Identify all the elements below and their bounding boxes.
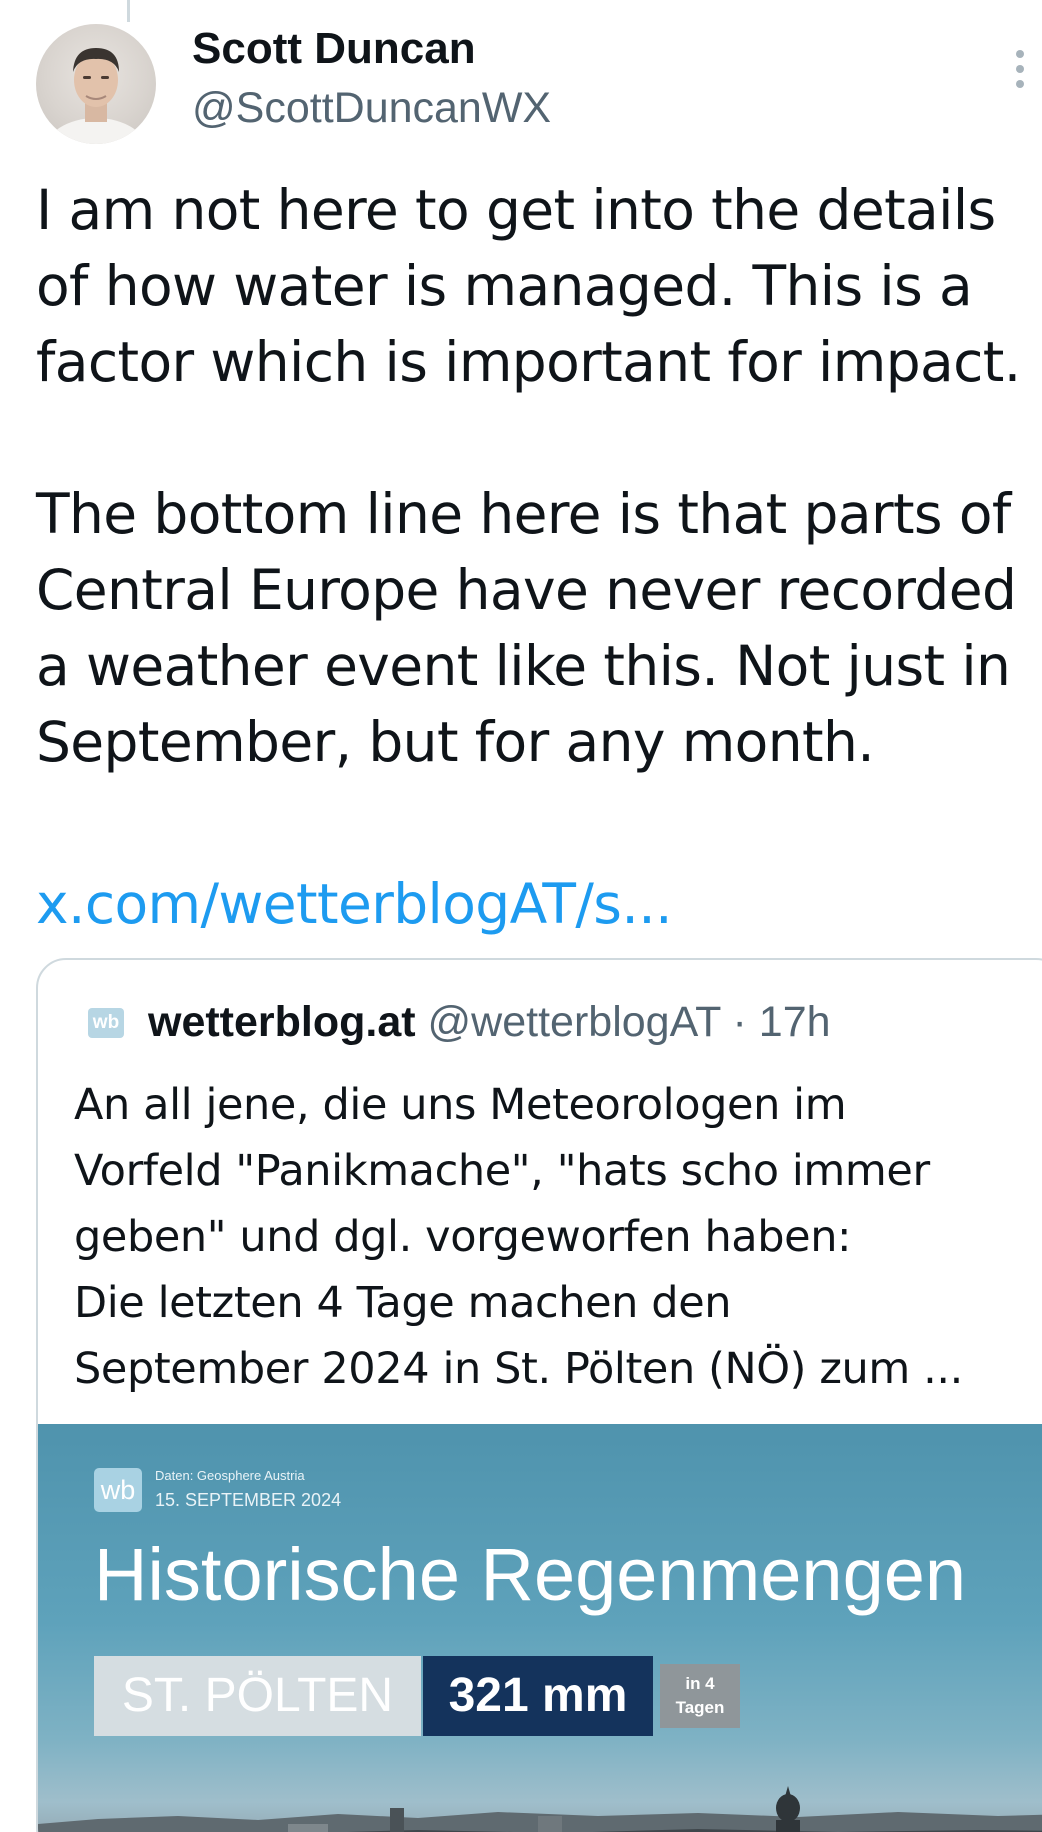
more-options-icon[interactable] [1010,50,1030,98]
more-dot [1016,65,1024,73]
quoted-author-handle[interactable]: @wetterblogAT [428,998,721,1046]
author-name[interactable]: Scott Duncan [192,24,476,74]
quoted-text-line: Vorfeld "Panikmache", "hats scho immer [74,1146,930,1196]
tweet-text-line: a weather event like this. Not just in [36,634,1011,698]
more-dot [1016,50,1024,58]
tweet-text-line: of how water is managed. This is a [36,254,973,318]
wetterblog-logo: wb [94,1468,142,1512]
author-handle[interactable]: @ScottDuncanWX [192,84,551,133]
media-period-badge: in 4 Tagen [660,1664,740,1728]
quoted-tweet-header: wetterblog.at @wetterblogAT · 17h [148,998,831,1047]
tweet-text-line: September, but for any month. [36,710,875,774]
quoted-text-line: Die letzten 4 Tage machen den [74,1278,732,1328]
quoted-text-line: An all jene, die uns Meteorologen im [74,1080,847,1130]
header-separator: · [732,998,747,1046]
author-avatar-image [45,48,147,144]
quoted-text-line: September 2024 in St. Pölten (NÖ) zum ..… [74,1344,963,1394]
quoted-tweet-card[interactable]: wb wetterblog.at @wetterblogAT · 17h An … [36,958,1042,1832]
media-date: 15. SEPTEMBER 2024 [155,1490,342,1510]
quoted-tweet-media-image[interactable]: wb Daten: Geosphere Austria 15. SEPTEMBE… [38,1424,1042,1832]
tweet-text-line: I am not here to get into the details [36,178,996,242]
tweet-text: I am not here to get into the details of… [36,172,1036,780]
quoted-author-name[interactable]: wetterblog.at [148,998,416,1046]
media-period-line: Tagen [675,1698,725,1717]
tweet-link[interactable]: x.com/wetterblogAT/s... [36,872,673,936]
media-title: Historische Regenmengen [94,1533,967,1616]
tweet-text-line: Central Europe have never recorded [36,558,1017,622]
thread-connector-line [127,0,130,22]
quoted-text-line: geben" und dgl. vorgeworfen haben: [74,1212,852,1262]
more-dot [1016,80,1024,88]
tweet-text-line: factor which is important for impact. [36,330,1021,394]
quoted-tweet-time[interactable]: 17h [759,998,831,1046]
quoted-author-avatar[interactable]: wb [88,1008,124,1038]
media-period-line: in 4 [685,1674,715,1693]
media-data-source: Daten: Geosphere Austria [155,1468,305,1483]
quoted-tweet-text: An all jene, die uns Meteorologen im Vor… [74,1072,1042,1402]
author-avatar[interactable] [36,24,156,144]
city-skyline-photo [38,1786,1042,1832]
tweet-text-line: The bottom line here is that parts of [36,482,1011,546]
